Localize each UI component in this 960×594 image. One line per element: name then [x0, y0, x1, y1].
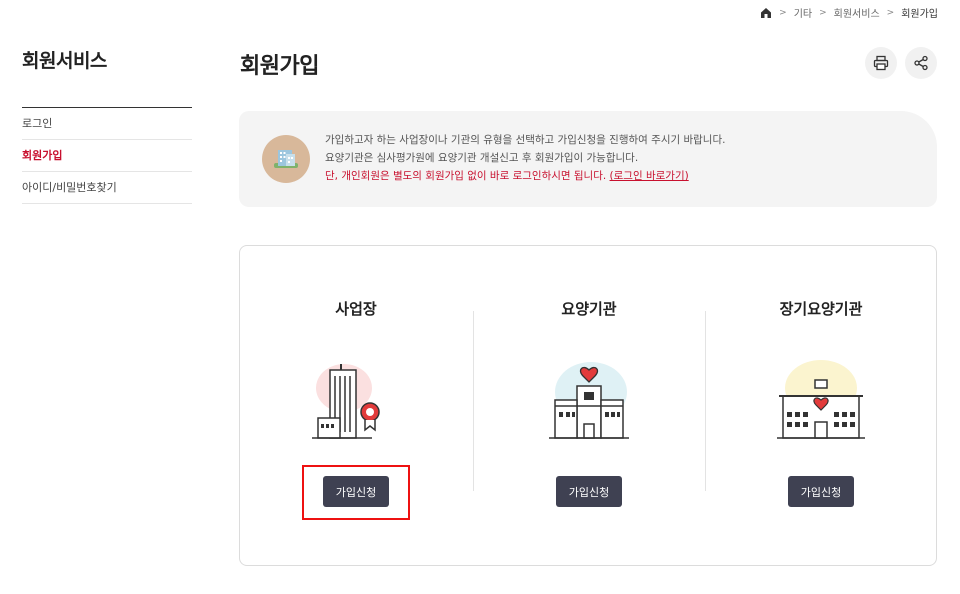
card-title: 사업장 [335, 300, 377, 318]
share-icon [914, 55, 928, 71]
sidebar-item-signup[interactable]: 회원가입 [22, 140, 192, 172]
print-icon [873, 55, 889, 71]
notice-line-emphasis: 단, 개인회원은 별도의 회원가입 없이 바로 로그인하시면 됩니다. (로그인… [325, 167, 725, 185]
care-facility-icon [771, 356, 871, 446]
chevron-right-icon: > [779, 7, 787, 18]
office-building-icon [306, 356, 406, 446]
page-title: 회원가입 [240, 54, 319, 79]
notice-line: 요양기관은 심사평가원에 요양기관 개설신고 후 회원가입이 가능합니다. [325, 152, 639, 164]
sidebar-item-login[interactable]: 로그인 [22, 108, 192, 140]
sidebar-item-find-account[interactable]: 아이디/비밀번호찾기 [22, 172, 192, 204]
selection-highlight-box [302, 465, 410, 520]
card-medical-institution: 요양기관 가입신청 [473, 246, 705, 565]
sidebar-title: 회원서비스 [22, 46, 192, 108]
breadcrumb: > 기타 > 회원서비스 > 회원가입 [760, 5, 938, 20]
home-icon[interactable] [760, 7, 772, 19]
sidebar-menu: 로그인 회원가입 아이디/비밀번호찾기 [22, 108, 192, 204]
building-emblem-icon [262, 135, 310, 183]
card-title: 장기요양기관 [779, 300, 863, 318]
member-type-panel: 사업장 가입신청 요양기관 가입신청 장기요양기관 가입신청 [239, 245, 937, 566]
breadcrumb-item[interactable]: 기타 [794, 5, 812, 20]
breadcrumb-current: 회원가입 [901, 9, 938, 20]
chevron-right-icon: > [886, 7, 895, 18]
notice-personal-member-text: 단, 개인회원은 별도의 회원가입 없이 바로 로그인하시면 됩니다. [325, 170, 607, 182]
hospital-icon [539, 356, 639, 446]
notice-line: 가입하고자 하는 사업장이나 기관의 유형을 선택하고 가입신청을 진행하여 주… [325, 134, 726, 146]
notice-box: 가입하고자 하는 사업장이나 기관의 유형을 선택하고 가입신청을 진행하여 주… [239, 111, 937, 207]
share-button[interactable] [905, 47, 937, 79]
join-button-medical-institution[interactable]: 가입신청 [556, 476, 622, 507]
notice-text: 가입하고자 하는 사업장이나 기관의 유형을 선택하고 가입신청을 진행하여 주… [325, 131, 725, 185]
sidebar: 회원서비스 로그인 회원가입 아이디/비밀번호찾기 [22, 46, 192, 204]
card-long-term-care: 장기요양기관 가입신청 [705, 246, 937, 565]
card-title: 요양기관 [561, 300, 617, 318]
join-button-long-term-care[interactable]: 가입신청 [788, 476, 854, 507]
chevron-right-icon: > [819, 7, 827, 18]
print-button[interactable] [865, 47, 897, 79]
breadcrumb-item[interactable]: 회원서비스 [834, 5, 880, 20]
login-shortcut-link[interactable]: (로그인 바로가기) [610, 170, 689, 182]
